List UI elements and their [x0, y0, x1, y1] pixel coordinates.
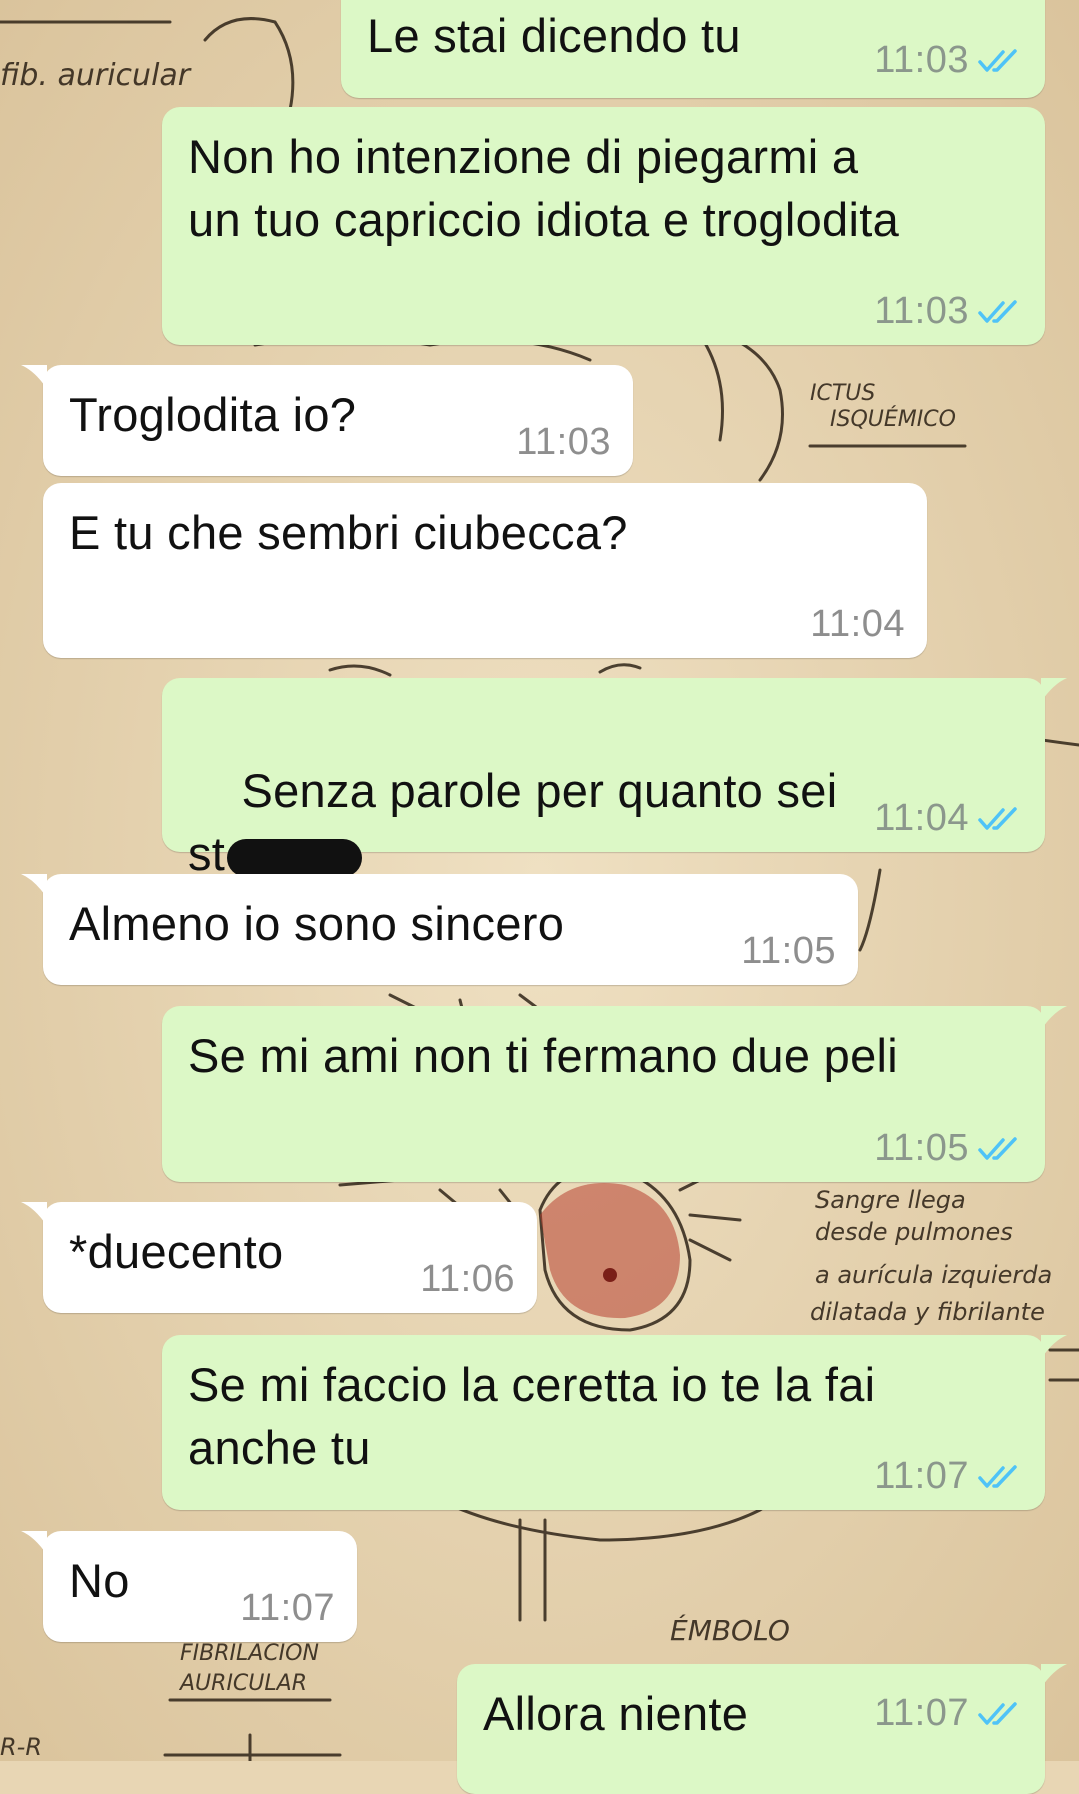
wallpaper-label-embolo: ÉMBOLO	[670, 1613, 790, 1647]
message-text: Almeno io sono sincero	[69, 897, 565, 950]
message-outgoing[interactable]: Non ho intenzione di piegarmi a un tuo c…	[162, 107, 1045, 345]
message-text: Le stai dicendo tu	[367, 9, 741, 62]
message-text: Se mi ami non ti fermano due peli	[188, 1029, 899, 1082]
message-outgoing[interactable]: Allora niente 11:07	[457, 1664, 1067, 1794]
message-text: Non ho intenzione di piegarmi a un tuo c…	[188, 130, 900, 246]
message-incoming[interactable]: Almeno io sono sincero 11:05	[21, 874, 858, 985]
message-incoming[interactable]: *duecento 11:06	[21, 1202, 537, 1313]
message-outgoing[interactable]: Se mi faccio la ceretta io te la fai anc…	[162, 1335, 1067, 1510]
bubble-tail	[1041, 1335, 1067, 1359]
wallpaper-label-rr: R-R	[0, 1733, 42, 1761]
message-incoming[interactable]: Troglodita io? 11:03	[21, 365, 633, 476]
message-time: 11:06	[420, 1258, 515, 1300]
bubble-tail	[21, 1531, 47, 1555]
read-ticks-icon	[978, 48, 1017, 72]
bubble-tail	[21, 874, 47, 898]
bubble-tail	[21, 1202, 47, 1226]
svg-text:dilatada y fibrilante: dilatada y fibrilante	[810, 1298, 1045, 1326]
message-text: E tu che sembri ciubecca?	[69, 506, 628, 559]
message-time: 11:03	[874, 39, 969, 81]
message-outgoing[interactable]: Se mi ami non ti fermano due peli 11:05	[162, 1006, 1067, 1182]
message-time: 11:07	[240, 1587, 335, 1629]
message-time: 11:05	[874, 1127, 969, 1169]
bubble-tail	[1041, 678, 1067, 702]
message-text: Troglodita io?	[69, 388, 357, 441]
message-time: 11:03	[874, 290, 969, 332]
wallpaper-label-fib: fib. auricular	[0, 58, 192, 93]
message-incoming[interactable]: E tu che sembri ciubecca? 11:04	[43, 483, 927, 658]
svg-text:desde pulmones: desde pulmones	[815, 1218, 1013, 1246]
message-time: 11:07	[874, 1455, 969, 1497]
bubble-tail	[1041, 1664, 1067, 1688]
message-time: 11:05	[741, 930, 836, 972]
message-text: No	[69, 1554, 130, 1607]
redaction-mark	[227, 838, 363, 877]
message-outgoing[interactable]: Le stai dicendo tu 11:03	[341, 0, 1045, 98]
bubble-tail	[21, 365, 47, 389]
read-ticks-icon	[978, 1464, 1017, 1488]
message-incoming[interactable]: No 11:07	[21, 1531, 357, 1642]
message-time: 11:04	[874, 797, 969, 839]
read-ticks-icon	[978, 1136, 1017, 1160]
message-text: Allora niente	[483, 1687, 749, 1740]
message-time: 11:04	[810, 603, 905, 645]
message-text: *duecento	[69, 1225, 284, 1278]
read-ticks-icon	[978, 806, 1017, 830]
svg-text:Sangre llega: Sangre llega	[815, 1186, 966, 1214]
message-time: 11:07	[874, 1692, 969, 1734]
message-time: 11:03	[516, 421, 611, 463]
svg-text:a aurícula izquierda: a aurícula izquierda	[815, 1261, 1052, 1289]
read-ticks-icon	[978, 1701, 1017, 1725]
bubble-tail	[1041, 1006, 1067, 1030]
message-text: Se mi faccio la ceretta io te la fai anc…	[188, 1358, 876, 1474]
svg-text:AURICULAR: AURICULAR	[178, 1671, 307, 1696]
read-ticks-icon	[978, 299, 1017, 323]
svg-text:FIBRILACIÓN: FIBRILACIÓN	[180, 1640, 319, 1666]
message-outgoing[interactable]: Senza parole per quanto sei st 11:04	[162, 678, 1067, 880]
